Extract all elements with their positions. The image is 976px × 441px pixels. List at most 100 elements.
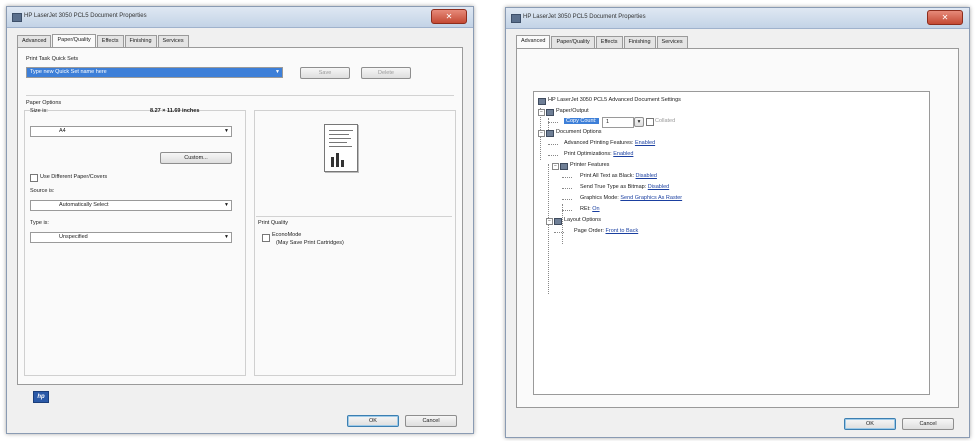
chevron-down-icon: ▼ — [224, 128, 229, 134]
preview-text-line — [329, 142, 347, 143]
tab-effects[interactable]: Effects — [96, 35, 124, 47]
economode-note: (May Save Print Cartridges) — [276, 240, 344, 246]
tree-connector — [562, 210, 572, 211]
tree-connector — [548, 155, 558, 156]
ret-setting[interactable]: REt: On — [580, 206, 600, 212]
custom-size-button[interactable]: Custom... — [160, 152, 232, 164]
type-label: Type is: — [30, 220, 49, 226]
tab-effects[interactable]: Effects — [595, 36, 623, 48]
page-order-setting[interactable]: Page Order: Front to Back — [574, 228, 638, 234]
page-order-label: Page Order: — [574, 228, 604, 234]
graphics-mode-setting[interactable]: Graphics Mode: Send Graphics As Raster — [580, 195, 682, 201]
paper-source-dropdown[interactable]: Automatically Select ▼ — [30, 200, 232, 211]
advanced-printing-value[interactable]: Enabled — [635, 140, 655, 146]
tree-connector — [554, 232, 564, 233]
right-properties-window: HP LaserJet 3050 PCL5 Document Propertie… — [505, 7, 970, 438]
left-properties-window: HP LaserJet 3050 PCL5 Document Propertie… — [6, 6, 474, 434]
advanced-panel: HP LaserJet 3050 PCL5 Advanced Document … — [516, 48, 959, 408]
paper-size-dropdown[interactable]: A4 ▼ — [30, 126, 232, 137]
ok-button[interactable]: OK — [844, 418, 896, 430]
collapse-icon[interactable]: − — [552, 163, 559, 170]
left-tab-strip: Advanced Paper/Quality Effects Finishing… — [17, 34, 190, 47]
collated-checkbox[interactable] — [646, 118, 654, 126]
print-quality-label: Print Quality — [258, 220, 288, 226]
print-quality-divider — [256, 216, 452, 217]
ret-value[interactable]: On — [592, 206, 599, 212]
ok-button[interactable]: OK — [347, 415, 399, 427]
collapse-icon[interactable]: − — [538, 109, 545, 116]
printer-icon — [511, 14, 521, 23]
print-all-text-setting[interactable]: Print All Text as Black: Disabled — [580, 173, 657, 179]
folder-icon — [554, 218, 562, 225]
preview-graphic — [336, 153, 339, 167]
left-window-title: HP LaserJet 3050 PCL5 Document Propertie… — [24, 13, 147, 19]
print-optimizations-value[interactable]: Enabled — [613, 151, 633, 157]
advanced-printing-setting[interactable]: Advanced Printing Features: Enabled — [564, 140, 655, 146]
size-dimensions: 8.27 × 11.69 inches — [150, 108, 200, 114]
ret-label: REt: — [580, 206, 591, 212]
tree-connector — [548, 164, 549, 294]
tab-advanced[interactable]: Advanced — [17, 35, 52, 47]
right-close-button[interactable]: ✕ — [927, 10, 963, 25]
graphics-mode-label: Graphics Mode: — [580, 195, 619, 201]
collapse-icon[interactable]: − — [546, 218, 553, 225]
paper-options-group — [24, 110, 246, 376]
tree-connector — [562, 188, 572, 189]
save-quick-set-button[interactable]: Save — [300, 67, 350, 79]
printer-features-icon — [560, 163, 568, 170]
tab-paper-quality[interactable]: Paper/Quality — [551, 36, 595, 48]
copy-count-spinner[interactable]: ▾ — [634, 117, 644, 127]
cancel-button[interactable]: Cancel — [405, 415, 457, 427]
tab-finishing[interactable]: Finishing — [623, 36, 656, 48]
tree-layout-options[interactable]: Layout Options — [564, 217, 601, 223]
tree-document-options[interactable]: Document Options — [556, 129, 602, 135]
page-order-value[interactable]: Front to Back — [606, 228, 639, 234]
copy-count-value: 1 — [606, 119, 610, 125]
different-paper-label: Use Different Paper/Covers — [40, 174, 108, 180]
graphics-mode-value[interactable]: Send Graphics As Raster — [620, 195, 682, 201]
quick-set-name-combo[interactable]: Type new Quick Set name here ▼ — [26, 67, 283, 78]
tree-printer-features[interactable]: Printer Features — [570, 162, 609, 168]
settings-icon — [538, 98, 546, 105]
cancel-button[interactable]: Cancel — [902, 418, 954, 430]
different-paper-checkbox[interactable] — [30, 174, 38, 182]
send-truetype-setting[interactable]: Send True Type as Bitmap: Disabled — [580, 184, 669, 190]
print-optimizations-setting[interactable]: Print Optimizations: Enabled — [564, 151, 633, 157]
tab-finishing[interactable]: Finishing — [124, 35, 157, 47]
paper-source-value: Automatically Select — [59, 202, 109, 208]
print-all-text-value[interactable]: Disabled — [636, 173, 657, 179]
tab-paper-quality[interactable]: Paper/Quality — [52, 34, 96, 47]
print-optimizations-label: Print Optimizations: — [564, 151, 612, 157]
copy-count-input[interactable]: 1 — [602, 117, 634, 128]
chevron-down-icon: ▼ — [275, 69, 280, 75]
send-truetype-value[interactable]: Disabled — [648, 184, 669, 190]
page-preview-image — [324, 124, 358, 172]
tab-advanced[interactable]: Advanced — [516, 35, 551, 48]
chevron-down-icon: ▼ — [224, 234, 229, 240]
tab-services[interactable]: Services — [157, 35, 189, 47]
collapse-icon[interactable]: − — [538, 130, 545, 137]
tree-root[interactable]: HP LaserJet 3050 PCL5 Advanced Document … — [548, 97, 681, 103]
tree-connector — [562, 177, 572, 178]
preview-graphic — [341, 160, 344, 167]
paper-size-value: A4 — [59, 128, 66, 134]
folder-icon — [546, 109, 554, 116]
left-close-button[interactable]: ✕ — [431, 9, 467, 24]
economode-label: EconoMode — [272, 232, 302, 238]
tree-connector — [548, 122, 558, 123]
delete-quick-set-button[interactable]: Delete — [361, 67, 411, 79]
copy-count-label[interactable]: Copy Count: — [564, 118, 599, 124]
preview-text-line — [329, 134, 349, 135]
paper-type-dropdown[interactable]: Unspecified ▼ — [30, 232, 232, 243]
right-title-bar: HP LaserJet 3050 PCL5 Document Propertie… — [506, 8, 969, 29]
tab-services[interactable]: Services — [656, 36, 688, 48]
preview-graphic — [331, 157, 334, 167]
right-tab-strip: Advanced Paper/Quality Effects Finishing… — [516, 35, 689, 48]
print-all-text-label: Print All Text as Black: — [580, 173, 635, 179]
printer-icon — [12, 13, 22, 22]
advanced-settings-tree[interactable]: HP LaserJet 3050 PCL5 Advanced Document … — [533, 91, 930, 395]
tree-paper-output[interactable]: Paper/Output — [556, 108, 589, 114]
size-label: Size is: — [30, 108, 48, 114]
economode-checkbox[interactable] — [262, 234, 270, 242]
preview-text-line — [329, 138, 351, 139]
